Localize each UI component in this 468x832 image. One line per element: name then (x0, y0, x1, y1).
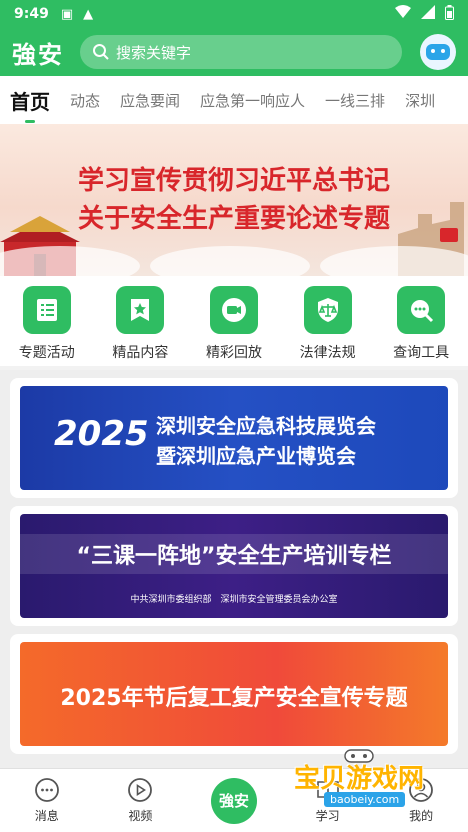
quick-links: 专题活动 精品内容 精彩回放 法律法规 查询工具 (0, 276, 468, 366)
cloud-decoration (320, 246, 468, 276)
robot-assistant-icon[interactable] (420, 34, 456, 70)
cloud-decoration (150, 246, 310, 276)
expo-title: 深圳安全应急科技展览会 (156, 414, 376, 438)
tab-shenzhen[interactable]: 深圳 (405, 90, 435, 111)
tab-first-responder[interactable]: 应急第一响应人 (200, 90, 305, 111)
nav-video[interactable]: 视频 (105, 777, 175, 824)
training-organizers: 中共深圳市委组织部 深圳市安全管理委员会办公室 (130, 595, 338, 605)
training-banner-image: “三课一阵地”安全生产培训专栏 中共深圳市委组织部 深圳市安全管理委员会办公室 (20, 514, 448, 618)
expo-card[interactable]: 2025 深圳安全应急科技展览会 暨深圳应急产业博览会 (10, 378, 458, 498)
search-input[interactable]: 搜索关键字 (80, 35, 402, 69)
watermark: 宝贝游戏网 baobeiy.com (294, 748, 440, 810)
tab-home[interactable]: 首页 (10, 86, 50, 115)
video-icon (209, 286, 258, 334)
resume-work-banner-image: 2025年节后复工复产安全宣传专题 (20, 642, 448, 746)
hero-banner[interactable]: 学习宣传贯彻习近平总书记 关于安全生产重要论述专题 (0, 124, 468, 276)
feature-cards: 2025 深圳安全应急科技展览会 暨深圳应急产业博览会 “三课一阵地”安全生产培… (0, 370, 468, 768)
resume-work-card[interactable]: 2025年节后复工复产安全宣传专题 (10, 634, 458, 754)
tab-news[interactable]: 动态 (70, 90, 100, 111)
battery-icon (445, 4, 454, 24)
message-icon (34, 778, 59, 802)
quick-link-label: 查询工具 (393, 345, 450, 361)
wifi-icon (395, 5, 411, 23)
nav-label: 消息 (34, 809, 59, 823)
cloud-decoration (0, 246, 140, 276)
star-bookmark-icon (116, 286, 165, 334)
quick-link-featured[interactable]: 精品内容 (95, 286, 185, 362)
watermark-text: 宝贝游戏网 (294, 764, 425, 794)
search-placeholder: 搜索关键字 (116, 43, 192, 62)
category-tabs: 首页 动态 应急要闻 应急第一响应人 一线三排 深圳 (0, 76, 468, 124)
center-logo-button[interactable]: 強安 (210, 777, 257, 824)
play-icon (128, 778, 153, 802)
banner-title-line2: 关于安全生产重要论述专题 (77, 204, 390, 234)
list-icon (22, 286, 71, 334)
watermark-url: baobeiy.com (324, 792, 406, 807)
warning-icon: ▲ (83, 6, 94, 22)
tab-frontline[interactable]: 一线三排 (325, 90, 385, 111)
signal-icon (421, 5, 435, 23)
quick-link-topics[interactable]: 专题活动 (2, 286, 92, 362)
scale-shield-icon (303, 286, 352, 334)
banner-title-line1: 学习宣传贯彻习近平总书记 (77, 166, 390, 196)
quick-link-query[interactable]: 查询工具 (376, 286, 466, 362)
quick-link-label: 精彩回放 (205, 345, 262, 361)
nav-center-home[interactable]: 強安 (199, 777, 269, 824)
quick-link-replay[interactable]: 精彩回放 (189, 286, 279, 362)
a-badge-icon: ▣ (60, 6, 74, 22)
search-icon (93, 44, 109, 60)
quick-link-label: 精品内容 (112, 345, 169, 361)
tab-emergency-news[interactable]: 应急要闻 (120, 90, 180, 111)
expo-banner-image: 2025 深圳安全应急科技展览会 暨深圳应急产业博览会 (20, 386, 448, 490)
status-bar: 9:49 ▣ ▲ (0, 0, 468, 28)
expo-year: 2025 (54, 414, 149, 454)
expo-subtitle: 暨深圳应急产业博览会 (156, 444, 356, 468)
nav-messages[interactable]: 消息 (12, 777, 82, 824)
quick-link-label: 法律法规 (299, 345, 356, 361)
app-bar: 強安 搜索关键字 (0, 28, 468, 76)
status-time: 9:49 (14, 6, 49, 22)
app-logo: 強安 (12, 39, 64, 69)
nav-label: 视频 (128, 809, 153, 823)
training-title: “三课一阵地”安全生产培训专栏 (76, 544, 392, 569)
training-card[interactable]: “三课一阵地”安全生产培训专栏 中共深圳市委组织部 深圳市安全管理委员会办公室 (10, 506, 458, 626)
quick-link-laws[interactable]: 法律法规 (283, 286, 373, 362)
quick-link-label: 专题活动 (18, 345, 75, 361)
resume-work-title: 2025年节后复工复产安全宣传专题 (60, 686, 408, 711)
search-chat-icon (397, 286, 446, 334)
